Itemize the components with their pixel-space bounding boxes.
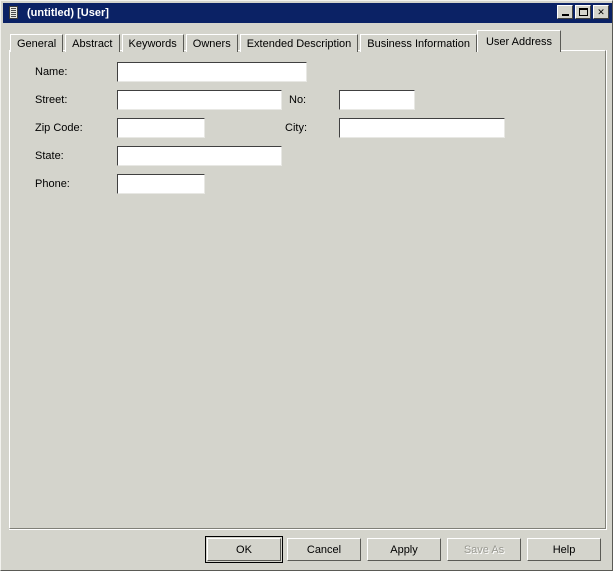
state-input[interactable] [117, 146, 282, 166]
city-input[interactable] [339, 118, 505, 138]
apply-button[interactable]: Apply [367, 538, 441, 561]
tab-strip: General Abstract Keywords Owners Extende… [10, 30, 561, 52]
city-label: City: [285, 118, 307, 138]
close-icon: ✕ [594, 6, 608, 18]
tab-general[interactable]: General [10, 34, 63, 52]
maximize-button[interactable] [575, 5, 591, 19]
title-bar: (untitled) [User] ✕ [3, 3, 612, 23]
state-label: State: [35, 146, 64, 166]
ok-button[interactable]: OK [205, 536, 283, 563]
tab-owners[interactable]: Owners [186, 34, 238, 52]
close-button[interactable]: ✕ [593, 5, 609, 19]
no-input[interactable] [339, 90, 415, 110]
cancel-button[interactable]: Cancel [287, 538, 361, 561]
name-label: Name: [35, 62, 67, 82]
zip-code-input[interactable] [117, 118, 205, 138]
save-as-button[interactable]: Save As [447, 538, 521, 561]
zip-code-label: Zip Code: [35, 118, 83, 138]
phone-input[interactable] [117, 174, 205, 194]
dialog-button-bar: OK Cancel Apply Save As Help [1, 532, 613, 571]
minimize-button[interactable] [557, 5, 573, 19]
window-controls: ✕ [557, 5, 609, 19]
minimize-icon [558, 6, 572, 18]
user-address-panel: Name: Street: No: Zip Code: City: State:… [9, 50, 606, 529]
tab-business-information[interactable]: Business Information [360, 34, 477, 52]
document-icon [6, 5, 22, 21]
phone-label: Phone: [35, 174, 70, 194]
maximize-icon [576, 6, 590, 18]
tab-abstract[interactable]: Abstract [65, 34, 119, 52]
tab-user-address[interactable]: User Address [477, 30, 561, 52]
user-properties-window: (untitled) [User] ✕ General Abstract Key… [0, 0, 613, 571]
street-label: Street: [35, 90, 67, 110]
tab-extended-description[interactable]: Extended Description [240, 34, 359, 52]
window-title: (untitled) [User] [27, 7, 109, 19]
help-button[interactable]: Help [527, 538, 601, 561]
name-input[interactable] [117, 62, 307, 82]
no-label: No: [289, 90, 306, 110]
ok-button-label: OK [207, 538, 281, 561]
street-input[interactable] [117, 90, 282, 110]
tab-keywords[interactable]: Keywords [122, 34, 184, 52]
